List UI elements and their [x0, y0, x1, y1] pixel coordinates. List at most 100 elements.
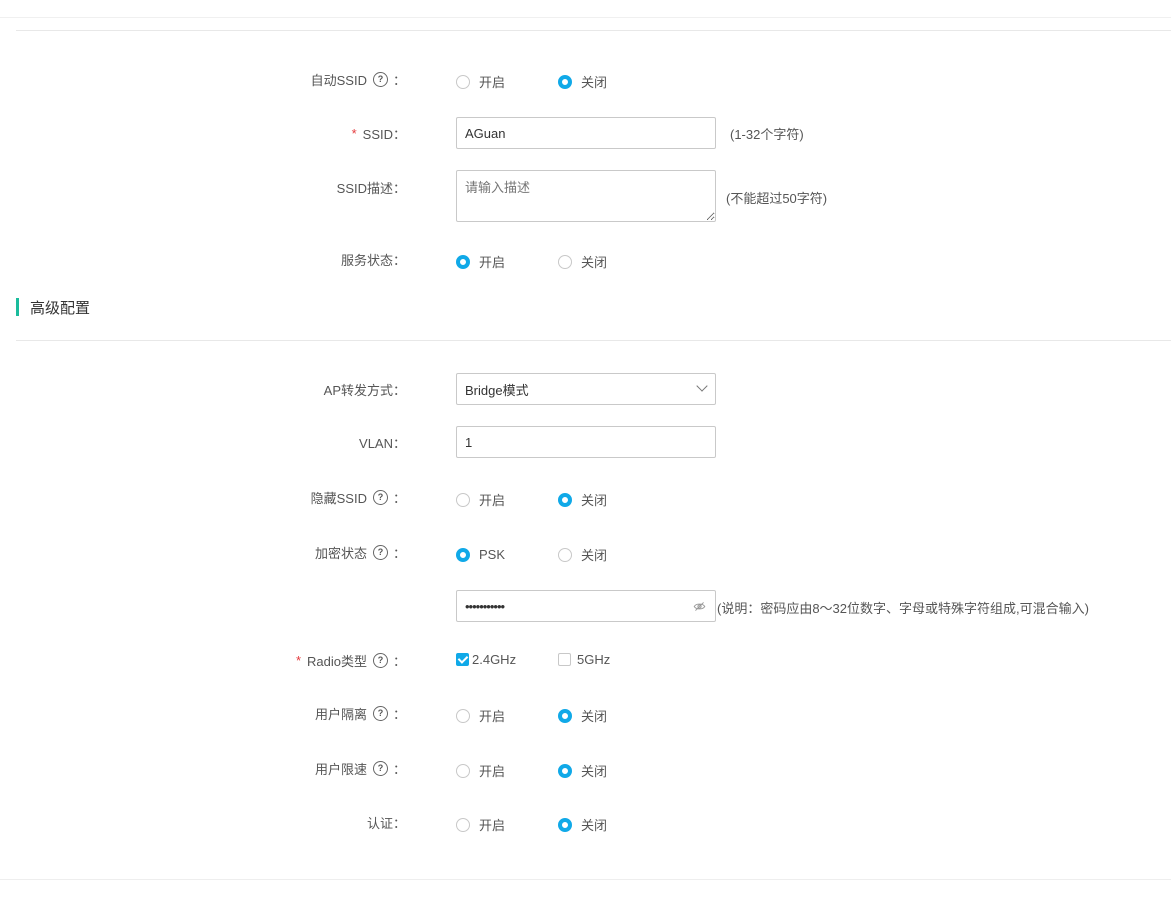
radio-label: 开启	[479, 764, 506, 779]
radio-type-label: * Radio类型 ? ：	[296, 651, 406, 670]
encryption-row: 加密状态 ? ： PSK 关闭	[0, 543, 1171, 564]
user-rate-limit-label-text: 用户限速	[314, 762, 367, 777]
help-icon[interactable]: ?	[372, 761, 388, 776]
forward-mode-label: AP转发方式：	[324, 380, 406, 399]
user-isolation-on-radio[interactable]: 开启	[456, 706, 558, 725]
hide-ssid-label-text: 隐藏SSID	[310, 491, 367, 506]
chevron-down-icon	[696, 380, 708, 392]
user-isolation-radio-group: 开启 关闭	[456, 706, 607, 725]
radio-type-label-text: Radio类型	[307, 654, 367, 669]
radio-label: 关闭	[581, 764, 608, 779]
encryption-label-text: 加密状态	[314, 546, 367, 561]
radio-checked-icon	[558, 763, 572, 778]
auto-ssid-off-radio[interactable]: 关闭	[558, 72, 607, 91]
radio-checked-icon	[456, 254, 470, 269]
ssid-desc-label-text: SSID描述：	[336, 181, 406, 196]
radio-circle-icon	[456, 817, 470, 832]
label-colon: ：	[392, 73, 406, 88]
radio-label: 关闭	[581, 548, 608, 563]
user-isolation-row: 用户隔离 ? ： 开启 关闭	[0, 704, 1171, 725]
hide-ssid-on-radio[interactable]: 开启	[456, 490, 558, 509]
checkbox-icon	[558, 653, 571, 666]
user-rate-limit-row: 用户限速 ? ： 开启 关闭	[0, 759, 1171, 780]
radio-circle-icon	[456, 74, 470, 89]
radio-type-5g-checkbox[interactable]: 5GHz	[558, 652, 610, 667]
auth-on-radio[interactable]: 开启	[456, 815, 558, 834]
vlan-label-text: VLAN：	[359, 436, 406, 451]
help-icon[interactable]: ?	[372, 545, 388, 560]
radio-label: 开启	[479, 818, 506, 833]
ssid-input[interactable]: AGuan	[456, 117, 716, 149]
auth-label-text: 认证：	[366, 816, 406, 831]
forward-mode-value: Bridge模式	[465, 382, 529, 398]
service-status-on-radio[interactable]: 开启	[456, 252, 558, 271]
radio-checked-icon	[558, 74, 572, 89]
checkbox-label: 2.4GHz	[472, 652, 517, 667]
auto-ssid-label-text: 自动SSID	[310, 73, 367, 88]
ssid-row: * SSID： AGuan (1-32个字符)	[0, 117, 1171, 149]
auth-label: 认证：	[367, 813, 406, 832]
radio-circle-icon	[558, 547, 572, 562]
hide-ssid-radio-group: 开启 关闭	[456, 490, 607, 509]
radio-label: 开启	[479, 493, 506, 508]
auth-row: 认证： 开启 关闭	[0, 813, 1171, 834]
user-isolation-off-radio[interactable]: 关闭	[558, 706, 607, 725]
radio-type-2g-checkbox[interactable]: 2.4GHz	[456, 652, 558, 667]
password-input[interactable]: •••••••••••	[456, 590, 716, 622]
vlan-label: VLAN：	[359, 433, 406, 452]
radio-label: 关闭	[581, 709, 608, 724]
eye-off-icon[interactable]	[693, 600, 706, 613]
service-status-label-text: 服务状态：	[340, 253, 406, 268]
hide-ssid-off-radio[interactable]: 关闭	[558, 490, 607, 509]
basic-section-divider	[16, 30, 1171, 31]
radio-label: 开启	[479, 255, 506, 270]
encryption-off-radio[interactable]: 关闭	[558, 545, 607, 564]
auth-radio-group: 开启 关闭	[456, 815, 607, 834]
service-status-label: 服务状态：	[341, 250, 406, 269]
radio-circle-icon	[456, 708, 470, 723]
top-edge-divider	[0, 17, 1171, 18]
encryption-psk-radio[interactable]: PSK	[456, 547, 558, 562]
ssid-label: * SSID：	[352, 124, 406, 143]
radio-label: PSK	[479, 547, 506, 562]
user-isolation-label-text: 用户隔离	[314, 707, 367, 722]
radio-label: 开启	[479, 75, 506, 90]
radio-label: 关闭	[581, 493, 608, 508]
auto-ssid-radio-group: 开启 关闭	[456, 72, 607, 91]
auto-ssid-row: 自动SSID ? ： 开启 关闭	[0, 70, 1171, 91]
help-icon[interactable]: ?	[372, 653, 388, 668]
hide-ssid-row: 隐藏SSID ? ： 开启 关闭	[0, 488, 1171, 509]
ssid-input-value: AGuan	[465, 125, 506, 141]
help-icon[interactable]: ?	[372, 490, 388, 505]
auth-off-radio[interactable]: 关闭	[558, 815, 607, 834]
section-accent-bar	[16, 298, 19, 316]
auto-ssid-label: 自动SSID ? ：	[311, 70, 406, 89]
bottom-divider	[0, 879, 1171, 880]
radio-type-row: * Radio类型 ? ： 2.4GHz 5GHz	[0, 651, 1171, 669]
label-colon: ：	[392, 762, 406, 777]
forward-mode-select[interactable]: Bridge模式	[456, 373, 716, 405]
service-status-off-radio[interactable]: 关闭	[558, 252, 607, 271]
help-icon[interactable]: ?	[372, 72, 388, 87]
radio-checked-icon	[558, 817, 572, 832]
user-rate-limit-on-radio[interactable]: 开启	[456, 761, 558, 780]
help-icon[interactable]: ?	[372, 706, 388, 721]
advanced-section-header: 高级配置	[16, 298, 90, 317]
user-rate-limit-off-radio[interactable]: 关闭	[558, 761, 607, 780]
encryption-radio-group: PSK 关闭	[456, 545, 607, 564]
user-rate-limit-radio-group: 开启 关闭	[456, 761, 607, 780]
user-rate-limit-label: 用户限速 ? ：	[315, 759, 406, 778]
vlan-input[interactable]: 1	[456, 426, 716, 458]
service-status-radio-group: 开启 关闭	[456, 252, 607, 271]
checkbox-label: 5GHz	[577, 652, 611, 667]
radio-checked-icon	[558, 708, 572, 723]
auto-ssid-on-radio[interactable]: 开启	[456, 72, 558, 91]
forward-mode-label-text: AP转发方式：	[323, 383, 406, 398]
user-isolation-label: 用户隔离 ? ：	[315, 704, 406, 723]
forward-mode-row: AP转发方式： Bridge模式	[0, 373, 1171, 405]
label-colon: ：	[392, 707, 406, 722]
ssid-desc-textarea[interactable]	[456, 170, 716, 222]
radio-label: 关闭	[581, 818, 608, 833]
ssid-desc-row: SSID描述： (不能超过50字符)	[0, 170, 1171, 222]
advanced-section-divider	[16, 340, 1171, 341]
